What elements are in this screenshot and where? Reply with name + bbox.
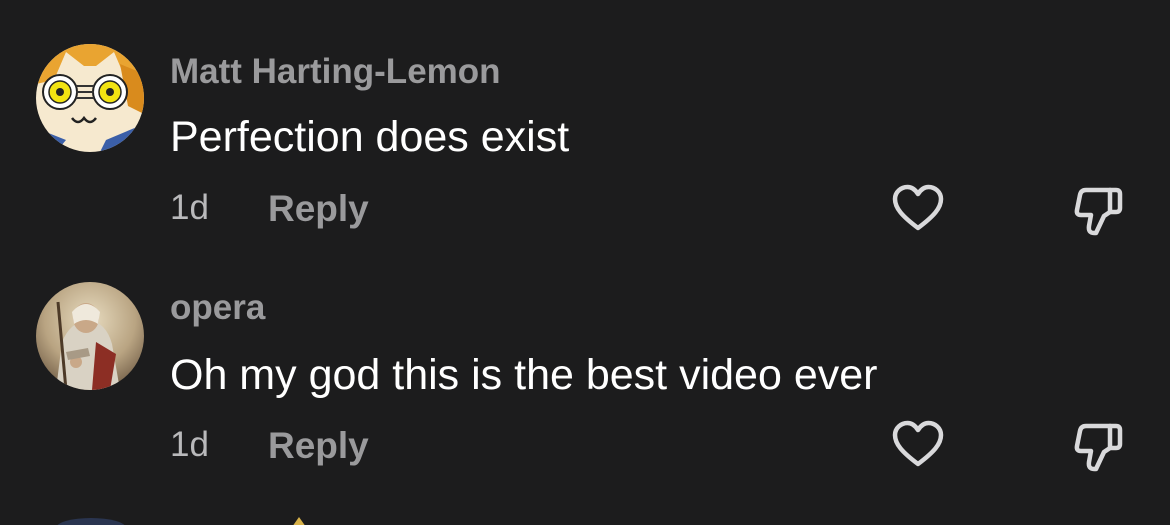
painting-portrait-avatar-icon <box>36 282 144 390</box>
thumbs-down-outline-icon <box>1074 187 1123 236</box>
comment-text: Perfection does exist <box>170 113 570 161</box>
avatar[interactable] <box>36 282 144 390</box>
dislike-button[interactable] <box>1070 182 1126 238</box>
thumbs-down-outline-icon <box>1074 423 1123 472</box>
heart-outline-icon <box>892 184 944 231</box>
comment-username[interactable]: Matt Harting-Lemon <box>170 52 501 92</box>
comments-panel: Matt Harting-Lemon Perfection does exist… <box>0 0 1170 525</box>
avatar[interactable] <box>36 44 144 152</box>
like-button[interactable] <box>890 182 946 238</box>
next-comment-badge-partial <box>292 517 306 525</box>
comment-username[interactable]: opera <box>170 288 265 328</box>
comment-age: 1d <box>170 188 209 227</box>
comment-age: 1d <box>170 425 209 464</box>
next-comment-avatar-partial <box>56 518 126 525</box>
heart-outline-icon <box>892 420 944 467</box>
dislike-button[interactable] <box>1070 418 1126 474</box>
reply-button[interactable]: Reply <box>268 425 369 467</box>
cartoon-cat-avatar-icon <box>36 44 144 152</box>
like-button[interactable] <box>890 418 946 474</box>
comment-text: Oh my god this is the best video ever <box>170 351 878 399</box>
reply-button[interactable]: Reply <box>268 188 369 230</box>
